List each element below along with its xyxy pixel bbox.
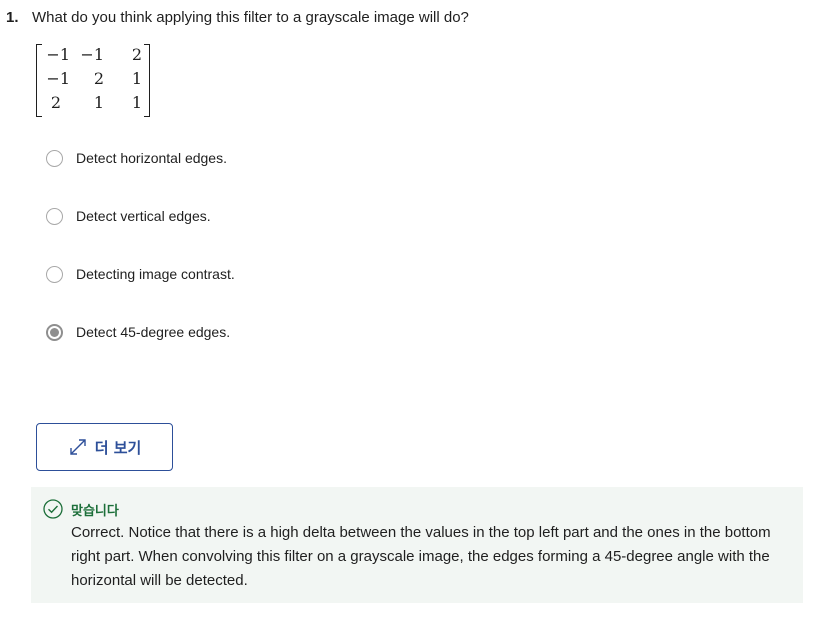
option-45-degree-edges[interactable]: Detect 45-degree edges.	[46, 320, 235, 344]
matrix-cell: 1	[131, 69, 142, 88]
option-image-contrast[interactable]: Detecting image contrast.	[46, 262, 235, 286]
matrix-cell: 1	[131, 93, 142, 112]
matrix-cell: 1	[93, 93, 104, 112]
see-more-button[interactable]: 더 보기	[36, 423, 173, 471]
matrix-cell: 2	[50, 93, 61, 112]
answer-options: Detect horizontal edges. Detect vertical…	[46, 146, 235, 378]
see-more-label: 더 보기	[94, 438, 142, 457]
option-label: Detecting image contrast.	[76, 266, 235, 282]
matrix-cell: −1	[80, 45, 104, 64]
radio-button[interactable]	[46, 265, 63, 283]
matrix-cell: −1	[46, 69, 70, 88]
question-text: What do you think applying this filter t…	[32, 9, 469, 26]
feedback-explanation: Correct. Notice that there is a high del…	[71, 524, 771, 589]
option-label: Detect horizontal edges.	[76, 150, 227, 166]
option-vertical-edges[interactable]: Detect vertical edges.	[46, 204, 235, 228]
option-label: Detect vertical edges.	[76, 208, 211, 224]
matrix-cell: −1	[46, 45, 70, 64]
question-number: 1.	[6, 9, 19, 26]
matrix-cell: 2	[131, 45, 142, 64]
option-horizontal-edges[interactable]: Detect horizontal edges.	[46, 146, 235, 170]
feedback-panel: 맞습니다 Correct. Notice that there is a hig…	[31, 487, 803, 603]
radio-button[interactable]	[46, 149, 63, 167]
radio-button-selected[interactable]	[46, 323, 63, 341]
question-title: 1. What do you think applying this filter…	[6, 8, 469, 28]
feedback-status: 맞습니다	[71, 504, 119, 519]
expand-icon	[69, 439, 86, 455]
filter-matrix: −1 −1 2 −1 2 1 2 1 1	[36, 44, 150, 117]
radio-button[interactable]	[46, 207, 63, 225]
matrix-cell: 2	[93, 69, 104, 88]
option-label: Detect 45-degree edges.	[76, 324, 231, 340]
check-circle-icon	[43, 499, 63, 519]
matrix-right-bracket	[144, 44, 150, 117]
